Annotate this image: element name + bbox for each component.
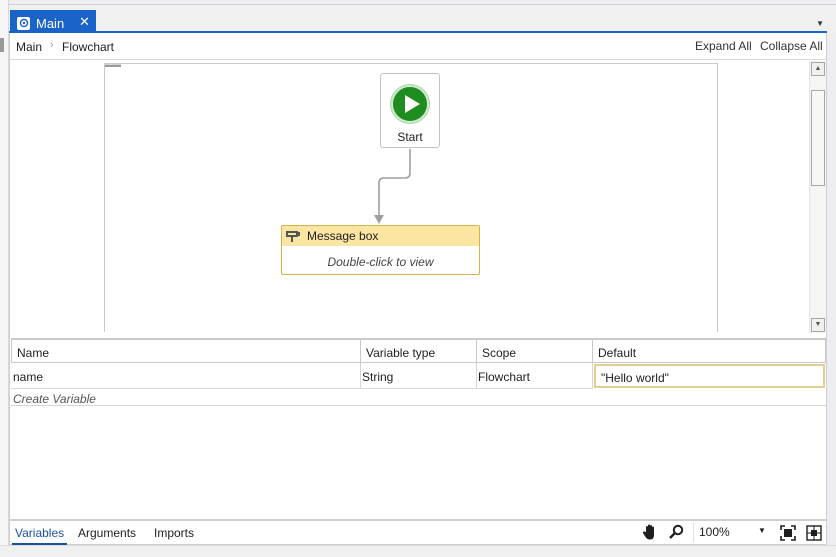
- column-header-variable-type[interactable]: Variable type: [360, 339, 477, 363]
- zoom-value: 100%: [699, 525, 730, 539]
- window-bottom-strip: [0, 545, 836, 557]
- overview-icon[interactable]: [806, 525, 822, 544]
- column-header-default[interactable]: Default: [592, 339, 826, 363]
- start-node[interactable]: Start: [380, 73, 440, 148]
- start-label: Start: [397, 130, 423, 144]
- scroll-up-icon[interactable]: ▲: [811, 62, 825, 76]
- zoom-level-select[interactable]: 100% ▼: [693, 523, 771, 542]
- variable-default-field[interactable]: "Hello world": [594, 364, 825, 388]
- vertical-scrollbar[interactable]: ▲ ▼: [809, 61, 826, 333]
- activity-hint: Double-click to view: [327, 255, 434, 269]
- play-icon: [391, 85, 429, 123]
- chevron-down-icon: ▼: [758, 526, 766, 535]
- variable-type-cell[interactable]: String: [360, 363, 477, 389]
- close-icon[interactable]: ✕: [79, 15, 90, 29]
- scroll-thumb[interactable]: [811, 90, 825, 186]
- breadcrumb-flowchart[interactable]: Flowchart: [62, 40, 114, 54]
- collapse-all-button[interactable]: Collapse All: [760, 39, 823, 53]
- tab-title: Main: [36, 15, 65, 31]
- variables-panel: Name Variable type Scope Default name St…: [11, 338, 826, 519]
- variable-scope-cell[interactable]: Flowchart: [476, 363, 593, 389]
- breadcrumb-separator-icon: ›: [50, 39, 54, 51]
- message-box-activity[interactable]: Message box Double-click to view: [281, 225, 480, 275]
- designer-window: Main ✕ ▼ Main › Flowchart Expand All Col…: [0, 0, 836, 557]
- scroll-down-icon[interactable]: ▼: [811, 318, 825, 332]
- column-header-name[interactable]: Name: [11, 339, 361, 363]
- breadcrumb: Main › Flowchart Expand All Collapse All: [10, 33, 826, 60]
- left-dock-strip: [0, 0, 9, 557]
- column-header-scope[interactable]: Scope: [476, 339, 593, 363]
- tab-variables[interactable]: Variables: [15, 526, 64, 540]
- expand-all-button[interactable]: Expand All: [695, 39, 752, 53]
- pan-hand-icon[interactable]: [642, 524, 658, 544]
- zoom-search-icon[interactable]: [668, 524, 684, 543]
- tab-list-dropdown-icon[interactable]: ▼: [816, 19, 824, 28]
- create-variable-button[interactable]: Create Variable: [13, 392, 96, 406]
- activity-header: Message box: [282, 226, 479, 246]
- activity-title: Message box: [307, 229, 379, 243]
- tab-arguments[interactable]: Arguments: [78, 526, 136, 540]
- breadcrumb-main[interactable]: Main: [16, 40, 42, 54]
- tab-imports[interactable]: Imports: [154, 526, 194, 540]
- message-box-icon: [285, 229, 301, 246]
- variable-name-cell[interactable]: name: [11, 363, 361, 389]
- designer-bottom-bar: Variables Arguments Imports 100% ▼: [9, 520, 827, 545]
- document-tab-bar: Main ✕ ▼: [9, 5, 836, 36]
- workflow-designer: Main › Flowchart Expand All Collapse All…: [9, 33, 827, 520]
- fit-to-screen-icon[interactable]: [780, 525, 796, 544]
- flowchart-canvas[interactable]: ▬▬ Start Message box Double-click to vie…: [10, 61, 808, 332]
- row-divider: [11, 405, 826, 406]
- workflow-icon: [17, 16, 30, 30]
- dock-handle[interactable]: [0, 38, 4, 52]
